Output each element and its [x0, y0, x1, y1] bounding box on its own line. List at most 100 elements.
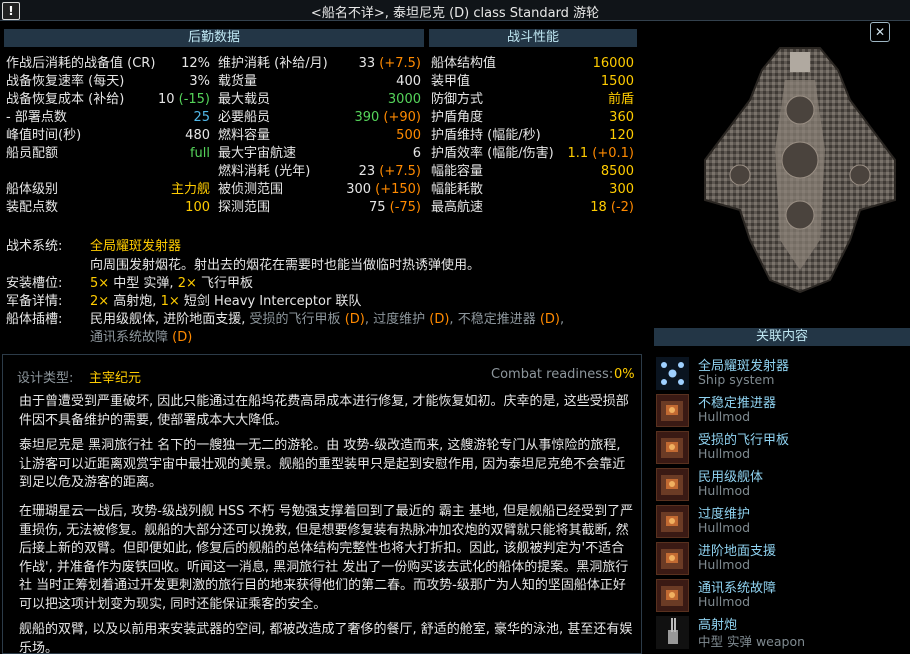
stat-value: 120 [609, 128, 634, 143]
related-item-type: Hullmod [698, 557, 751, 572]
related-item[interactable]: 民用级舰体 Hullmod [656, 466, 910, 503]
stat-row: 燃料消耗 (光年) 23 (+7.5) [218, 163, 421, 181]
stat-value: 75 (-75) [368, 200, 421, 215]
stat-row: 燃料容量 500 [218, 127, 421, 145]
stat-value: 8500 [600, 164, 634, 179]
stat-value: 18 (-2) [590, 200, 634, 215]
related-item-type: 中型 实弹 weapon [698, 634, 806, 649]
related-item[interactable]: 高射炮 中型 实弹 weapon [656, 614, 910, 651]
window-title: <船名不详>, 泰坦尼克 (D) class Standard 游轮 [310, 6, 600, 21]
stat-row: 幅能耗散 300 [431, 181, 634, 199]
stat-row: 护盾维持 (幅能/秒) 120 [431, 127, 634, 145]
stat-label: 必要船员 [218, 110, 271, 125]
stat-row: 护盾效率 (幅能/伤害) 1.1 (+0.1) [431, 145, 634, 163]
tactical-system-name[interactable]: 全局耀斑发射器 [90, 238, 181, 256]
description-paragraph: 由于曾遭受到严重破坏, 因此只能通过在船坞花费高昂成本进行修复, 才能恢复如初。… [19, 394, 629, 428]
stat-value: 400 [396, 74, 421, 89]
stat-value: 10 (-15) [157, 92, 210, 107]
armament-value: 2× 高射炮, 1× 短剑 Heavy Interceptor 联队 [90, 294, 362, 309]
stat-row: 战备恢复成本 (补给) 10 (-15) [6, 91, 210, 109]
stat-row: 载货量 400 [218, 73, 421, 91]
stat-label: - 部署点数 [6, 110, 67, 125]
stat-row: 防御方式 前盾 [431, 91, 634, 109]
stat-label: 防御方式 [431, 92, 484, 107]
stat-value: 300 [609, 182, 634, 197]
stat-row: 维护消耗 (补给/月) 33 (+7.5) [218, 55, 421, 73]
stat-row: - 部署点数 25 [6, 109, 210, 127]
related-item-type: Hullmod [698, 594, 751, 609]
stat-value: 480 [185, 128, 210, 143]
description-paragraph: 在珊瑚星云一战后, 攻势-级战列舰 HSS 不朽 号勉强支撑着回到了最近的 霸主… [19, 504, 634, 612]
stat-label: 维护消耗 (补给/月) [218, 56, 328, 71]
stat-label: 幅能容量 [431, 164, 484, 179]
stat-row: 幅能容量 8500 [431, 163, 634, 181]
stat-value: 25 [193, 110, 210, 125]
related-item-type: Hullmod [698, 409, 751, 424]
stat-value: 360 [609, 110, 634, 125]
close-icon[interactable]: ✕ [870, 22, 890, 42]
stat-label: 船体级别 [6, 182, 59, 197]
stat-row [6, 163, 210, 181]
stat-value: 主力舰 [170, 182, 210, 197]
stat-value: 16000 [592, 56, 634, 71]
stat-row: 船员配额 full [6, 145, 210, 163]
stat-value: 23 (+7.5) [358, 164, 421, 179]
related-item[interactable]: 通讯系统故障 Hullmod [656, 577, 910, 614]
combat-header: 战斗性能 [429, 29, 637, 47]
weapon-icon [656, 616, 689, 649]
stat-row: 装配点数 100 [6, 199, 210, 217]
related-item[interactable]: 全局耀斑发射器 Ship system [656, 355, 910, 392]
logistics-right-column: 维护消耗 (补给/月) 33 (+7.5) 载货量 400 最大载员 3000 必要船员 39… [218, 55, 421, 217]
mounts-value: 5× 中型 实弹, 2× 飞行甲板 [90, 276, 254, 291]
stat-value: 33 (+7.5) [358, 56, 421, 71]
stat-label: 幅能耗散 [431, 182, 484, 197]
logistics-header: 后勤数据 [4, 29, 424, 47]
hullmod-icon [656, 468, 689, 501]
stat-row: 探测范围 75 (-75) [218, 199, 421, 217]
stat-row: 最高航速 18 (-2) [431, 199, 634, 217]
design-type-label: 设计类型: [17, 371, 74, 386]
description-paragraph: 舰船的双臂, 以及以前用来安装武器的空间, 都被改造成了奢侈的餐厅, 舒适的舱室… [19, 622, 633, 654]
stat-label: 被侦测范围 [218, 182, 284, 197]
stat-label: 作战后消耗的战备值 (CR) [6, 56, 156, 71]
stat-row: 必要船员 390 (+90) [218, 109, 421, 127]
hullmod-icon [656, 394, 689, 427]
stat-value: 100 [185, 200, 210, 215]
stat-value: 3% [189, 74, 210, 89]
hullmod-icon [656, 431, 689, 464]
stat-row: 最大宇宙航速 6 [218, 145, 421, 163]
stat-label: 装配点数 [6, 200, 59, 215]
related-item-type: Hullmod [698, 520, 751, 535]
combat-column: 船体结构值 16000 装甲值 1500 防御方式 前盾 护盾角度 360 护盾维持 (幅能/秒… [431, 55, 634, 217]
stat-row: 装甲值 1500 [431, 73, 634, 91]
related-item[interactable]: 受损的飞行甲板 Hullmod [656, 429, 910, 466]
stat-label: 护盾维持 (幅能/秒) [431, 128, 541, 143]
related-item-type: Hullmod [698, 483, 751, 498]
related-item[interactable]: 不稳定推进器 Hullmod [656, 392, 910, 429]
related-item-type: Ship system [698, 372, 775, 387]
tactical-system-desc: 向周围发射烟花。射出去的烟花在需要时也能当做临时热诱弹使用。 [90, 258, 481, 273]
stat-value: 390 (+90) [354, 110, 421, 125]
stat-row: 护盾角度 360 [431, 109, 634, 127]
stat-row: 峰值时间(秒) 480 [6, 127, 210, 145]
hullmods-label: 船体插槽: [6, 312, 63, 327]
related-item[interactable]: 过度维护 Hullmod [656, 503, 910, 540]
stat-label: 燃料消耗 (光年) [218, 164, 311, 179]
stat-value: 12% [181, 56, 210, 71]
hullmods-value: 民用级舰体, 进阶地面支援, 受损的飞行甲板 (D), 过度维护 (D), 不稳… [90, 312, 565, 345]
hullmod-icon [656, 505, 689, 538]
stat-row: 战备恢复速率 (每天) 3% [6, 73, 210, 91]
hullmod-icon [656, 579, 689, 612]
description-panel: 设计类型: 主宰纪元 Combat readiness: 0% 由于曾遭受到严重… [2, 354, 642, 654]
related-header: 关联内容 [654, 328, 910, 346]
stat-label: 载货量 [218, 74, 258, 89]
ship-sprite-image [704, 47, 896, 294]
stat-value: 500 [396, 128, 421, 143]
stat-label: 护盾角度 [431, 110, 484, 125]
stat-row: 被侦测范围 300 (+150) [218, 181, 421, 199]
tactical-label: 战术系统: [6, 239, 63, 254]
stat-label: 最大宇宙航速 [218, 146, 297, 161]
combat-readiness-label: Combat readiness: [491, 367, 614, 382]
stat-label: 护盾效率 (幅能/伤害) [431, 146, 554, 161]
related-item[interactable]: 进阶地面支援 Hullmod [656, 540, 910, 577]
